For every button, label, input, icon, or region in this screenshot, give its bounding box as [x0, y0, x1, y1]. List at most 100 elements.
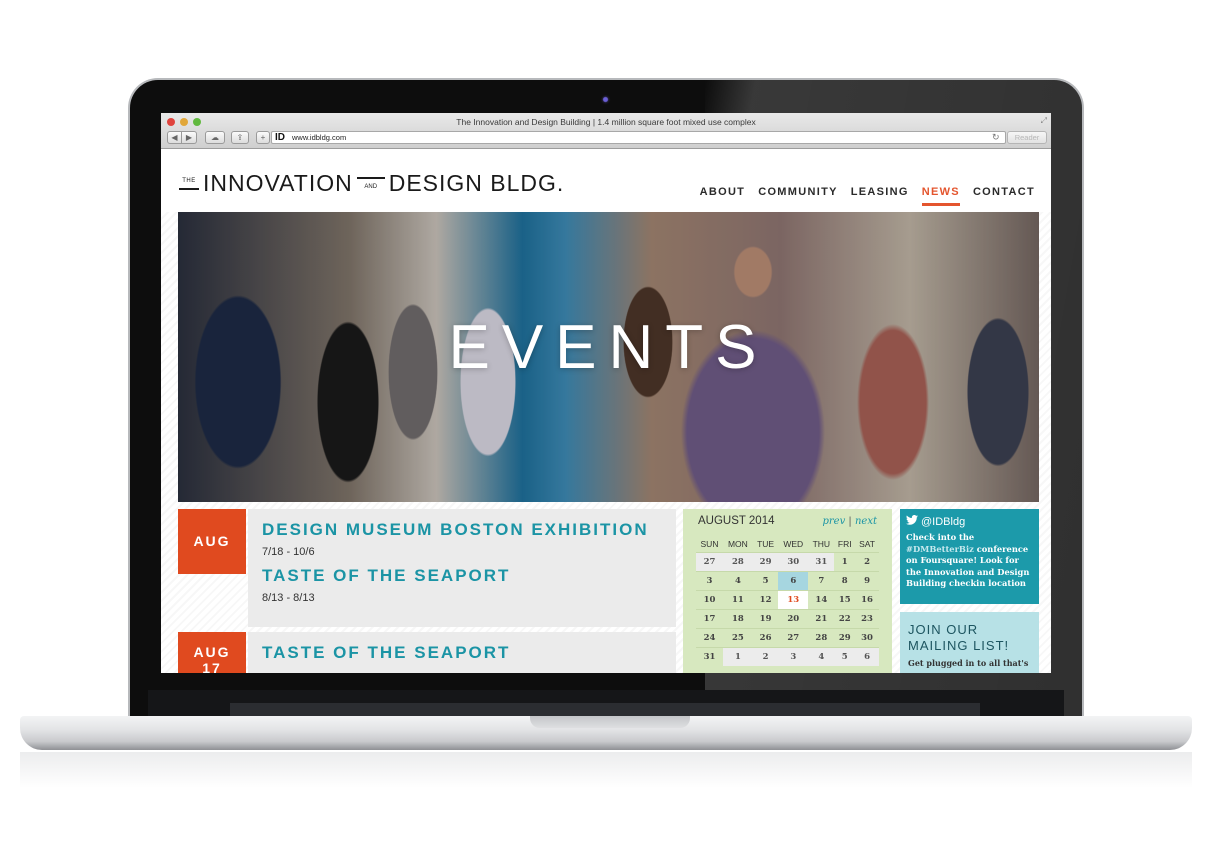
date-badge-month: AUG: [193, 533, 231, 549]
calendar-day[interactable]: 3: [778, 646, 809, 666]
calendar-day[interactable]: 15: [834, 589, 856, 609]
calendar-day-today[interactable]: 13: [778, 589, 809, 609]
calendar-day[interactable]: 31: [808, 551, 835, 571]
calendar-day[interactable]: 30: [778, 551, 809, 571]
event-title-link[interactable]: TASTE OF THE SEAPORT: [262, 565, 662, 587]
site-logo[interactable]: THE INNOVATION AND DESIGN BLDG.: [179, 170, 564, 197]
calendar-prev-link[interactable]: prev: [822, 516, 845, 527]
reload-icon[interactable]: ↻: [992, 131, 1000, 144]
calendar-day[interactable]: 24: [696, 627, 723, 647]
event-group: AUG DESIGN MUSEUM BOSTON EXHIBITION 7/18…: [178, 509, 676, 627]
event-dates: 8/13 - 8/13: [262, 592, 315, 604]
calendar-day[interactable]: 2: [752, 646, 779, 666]
logo-rule: [356, 177, 385, 179]
mailing-list-widget: JOIN OUR MAILING LIST! Get plugged in to…: [900, 612, 1039, 673]
calendar-day[interactable]: 10: [696, 589, 723, 609]
hashtag-link[interactable]: #DMBetterBiz: [906, 544, 974, 554]
calendar-day[interactable]: 28: [808, 627, 835, 647]
laptop-reflection: [20, 752, 1192, 788]
site-header: THE INNOVATION AND DESIGN BLDG. ABOUT CO…: [161, 150, 1051, 212]
back-button[interactable]: ◀: [167, 131, 182, 144]
calendar-next-link[interactable]: next: [855, 516, 877, 527]
calendar-day[interactable]: 22: [834, 608, 856, 628]
calendar-day[interactable]: 20: [778, 608, 809, 628]
calendar-day[interactable]: 1: [834, 551, 856, 571]
calendar-day[interactable]: 31: [696, 646, 723, 666]
calendar-day[interactable]: 8: [834, 570, 856, 590]
calendar-day[interactable]: 7: [808, 570, 835, 590]
calendar-day[interactable]: 27: [778, 627, 809, 647]
logo-and-text: AND: [364, 184, 378, 190]
nav-community[interactable]: COMMUNITY: [758, 186, 838, 198]
mailing-list-title-line2: MAILING LIST!: [908, 638, 1010, 653]
calendar-day[interactable]: 14: [808, 589, 835, 609]
logo-and: AND: [356, 177, 385, 190]
hero-banner: EVENTS: [178, 212, 1039, 502]
cloud-icon: ☁: [211, 133, 219, 142]
calendar-day[interactable]: 3: [696, 570, 723, 590]
logo-word-innovation: INNOVATION: [203, 170, 353, 196]
calendar-grid: SUN MON TUE WED THU FRI SAT 27 28 29 30 31 1 2 3 4 5 6 7 8…: [696, 537, 879, 666]
nav-leasing[interactable]: LEASING: [851, 186, 909, 198]
calendar-day[interactable]: 25: [722, 627, 753, 647]
calendar-day[interactable]: 9: [855, 570, 879, 590]
calendar-day[interactable]: 5: [834, 646, 856, 666]
calendar-week-row: 31 1 2 3 4 5 6: [696, 646, 879, 666]
calendar-day[interactable]: 16: [855, 589, 879, 609]
calendar-day[interactable]: 19: [752, 608, 779, 628]
laptop-notch: [530, 716, 690, 728]
calendar-day[interactable]: 28: [722, 551, 753, 571]
calendar-day[interactable]: 26: [752, 627, 779, 647]
calendar-day[interactable]: 18: [722, 608, 753, 628]
logo-word-design-bldg: DESIGN BLDG.: [388, 170, 565, 196]
calendar-day[interactable]: 23: [855, 608, 879, 628]
events-calendar: AUGUST 2014 prev | next SUN MON TUE WED THU F…: [683, 509, 892, 673]
calendar-day[interactable]: 4: [808, 646, 835, 666]
main-nav: ABOUT COMMUNITY LEASING NEWS CONTACT: [700, 186, 1035, 206]
tweet-text: Check into the #DMBetterBiz conference o…: [906, 532, 1033, 590]
calendar-day[interactable]: 11: [722, 589, 753, 609]
forward-button[interactable]: ▶: [182, 131, 197, 144]
nav-about[interactable]: ABOUT: [700, 186, 746, 198]
twitter-handle-link[interactable]: @IDBldg: [921, 516, 965, 528]
share-icon: ⇪: [236, 133, 244, 142]
tweet-text-part: Check into the: [906, 532, 975, 542]
reader-button[interactable]: Reader: [1007, 131, 1047, 144]
calendar-header: AUGUST 2014 prev | next: [689, 515, 886, 533]
calendar-day[interactable]: 17: [696, 608, 723, 628]
url-text[interactable]: www.idbldg.com: [292, 132, 346, 144]
plus-icon: +: [260, 133, 266, 142]
calendar-day[interactable]: 29: [752, 551, 779, 571]
calendar-day[interactable]: 30: [855, 627, 879, 647]
event-title-link[interactable]: TASTE OF THE SEAPORT: [262, 642, 662, 664]
calendar-nav: prev | next: [822, 516, 877, 527]
calendar-day[interactable]: 27: [696, 551, 723, 571]
new-tab-button[interactable]: +: [256, 131, 270, 144]
calendar-day[interactable]: 1: [722, 646, 753, 666]
event-card: TASTE OF THE SEAPORT: [248, 632, 676, 673]
icloud-tabs-button[interactable]: ☁: [205, 131, 225, 144]
nav-news[interactable]: NEWS: [921, 186, 961, 206]
event-title-link[interactable]: DESIGN MUSEUM BOSTON EXHIBITION: [262, 519, 662, 541]
fullscreen-icon[interactable]: ⤢: [1041, 116, 1047, 126]
webcam-icon: [601, 95, 611, 105]
weekday-header: MON: [727, 539, 748, 550]
mailing-list-title-line1: JOIN OUR: [908, 622, 979, 637]
calendar-day[interactable]: 2: [855, 551, 879, 571]
calendar-day[interactable]: 4: [722, 570, 753, 590]
calendar-day[interactable]: 29: [834, 627, 856, 647]
calendar-day-event[interactable]: 6: [778, 570, 809, 590]
calendar-week-row: 3456789: [696, 570, 879, 590]
calendar-month-title: AUGUST 2014: [698, 515, 775, 527]
calendar-day[interactable]: 5: [752, 570, 779, 590]
weekday-header: WED: [783, 539, 804, 550]
event-group: AUG 17 TASTE OF THE SEAPORT: [178, 632, 676, 673]
nav-contact[interactable]: CONTACT: [973, 186, 1035, 198]
logo-rule: [179, 187, 199, 190]
weekday-header: THU: [812, 539, 831, 550]
address-bar[interactable]: ID www.idbldg.com: [271, 131, 1006, 144]
share-button[interactable]: ⇪: [231, 131, 249, 144]
calendar-day[interactable]: 12: [752, 589, 779, 609]
calendar-day[interactable]: 6: [855, 646, 879, 666]
calendar-day[interactable]: 21: [808, 608, 835, 628]
